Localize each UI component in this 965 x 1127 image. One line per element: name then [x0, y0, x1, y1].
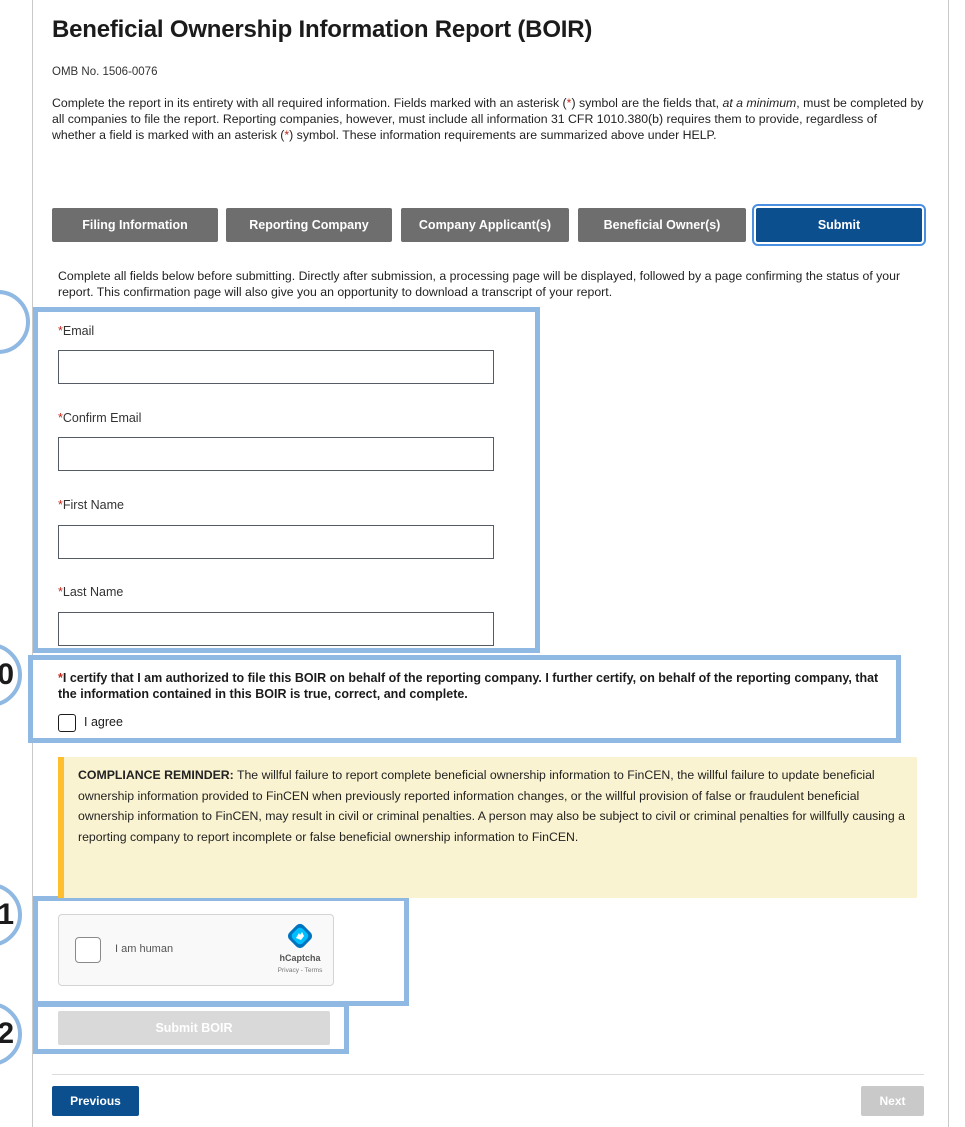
last-name-label: *Last Name [58, 585, 124, 599]
first-name-label: *First Name [58, 498, 124, 512]
callout-circle-11: 1 [0, 883, 22, 947]
email-label: *Email [58, 324, 95, 338]
first-name-field[interactable] [58, 525, 494, 559]
captcha-links[interactable]: Privacy - Terms [269, 967, 331, 974]
intro-text: Complete the report in its entirety with… [52, 96, 567, 110]
confirm-email-field[interactable] [58, 437, 494, 471]
tab-company-applicants[interactable]: Company Applicant(s) [401, 208, 569, 242]
intro-text: ) symbol are the fields that, [571, 96, 723, 110]
callout-circle [0, 290, 30, 354]
compliance-reminder: COMPLIANCE REMINDER: The willful failure… [58, 757, 917, 898]
last-name-field[interactable] [58, 612, 494, 646]
captcha-checkbox[interactable] [75, 937, 101, 963]
captcha-brand: hCaptcha [279, 953, 321, 963]
agree-checkbox[interactable] [58, 714, 76, 732]
omb-number: OMB No. 1506-0076 [52, 66, 158, 78]
intro-emphasis: at a minimum [722, 96, 797, 110]
submit-instructions: Complete all fields below before submitt… [58, 269, 901, 299]
callout-circle-10: 0 [0, 643, 22, 707]
reminder-heading: COMPLIANCE REMINDER: [78, 768, 234, 782]
captcha-widget: I am human hCaptcha Privacy - Terms [58, 914, 334, 986]
tab-submit[interactable]: Submit [752, 204, 926, 246]
hcaptcha-logo-icon [287, 923, 313, 949]
tab-beneficial-owners[interactable]: Beneficial Owner(s) [578, 208, 746, 242]
agree-label: I agree [84, 715, 123, 729]
page-title: Beneficial Ownership Information Report … [52, 16, 593, 43]
next-button[interactable]: Next [861, 1086, 924, 1116]
footer-divider [52, 1074, 924, 1075]
tab-reporting-company[interactable]: Reporting Company [226, 208, 392, 242]
tab-filing-information[interactable]: Filing Information [52, 208, 218, 242]
intro-paragraph: Complete the report in its entirety with… [52, 95, 924, 143]
certify-statement: *I certify that I am authorized to file … [58, 671, 879, 701]
callout-circle-12: 2 [0, 1002, 22, 1066]
email-field[interactable] [58, 350, 494, 384]
captcha-label: I am human [115, 943, 174, 955]
intro-text: ) symbol. These information requirements… [289, 128, 717, 142]
confirm-email-label: *Confirm Email [58, 411, 142, 425]
submit-boir-button[interactable]: Submit BOIR [58, 1011, 330, 1045]
previous-button[interactable]: Previous [52, 1086, 139, 1116]
